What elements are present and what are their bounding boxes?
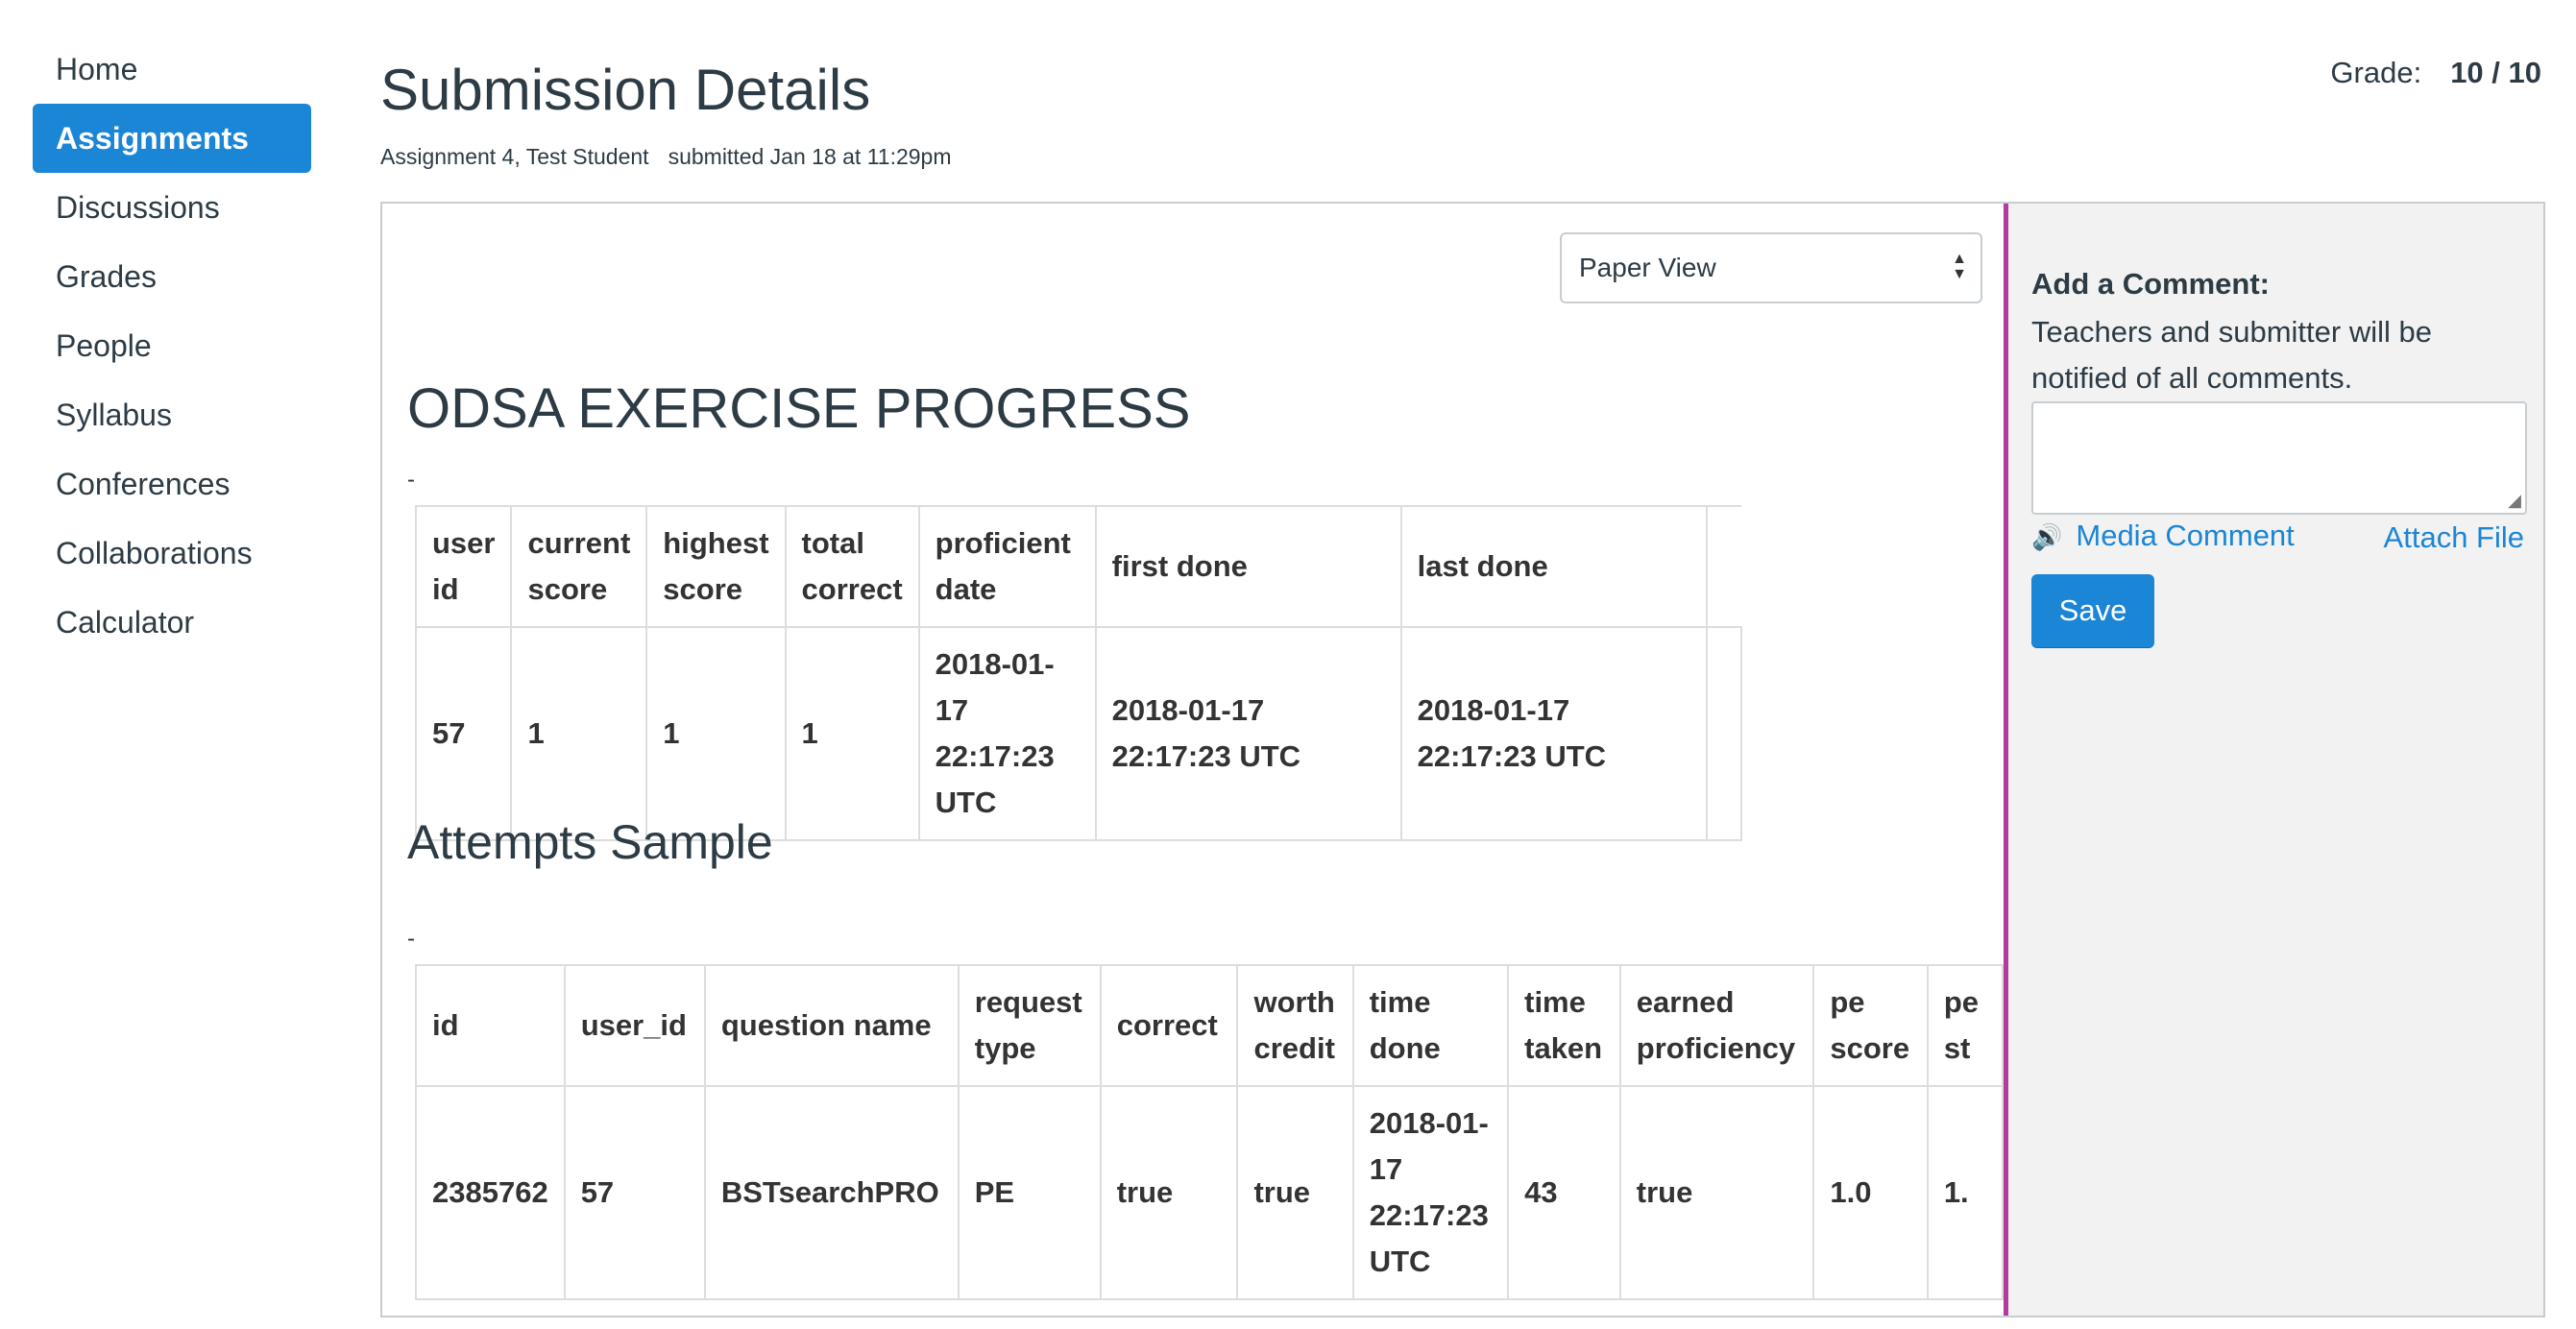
table-header-row: id user_id question name request type co…	[415, 964, 2004, 1087]
assignment-student-label: Assignment 4, Test Student	[380, 144, 649, 169]
table-cell: 1	[645, 626, 787, 841]
submitted-date: submitted Jan 18 at 11:29pm	[668, 144, 952, 169]
grade-value: 10 / 10	[2450, 56, 2541, 89]
table-header-row: user id current score highest score tota…	[414, 505, 1741, 628]
view-select-value: Paper View	[1579, 253, 1716, 282]
table-header-cell: question name	[703, 964, 960, 1087]
grade-label: Grade:	[2330, 56, 2422, 89]
table-cell: 1	[784, 626, 920, 841]
course-nav: Home Assignments Discussions Grades Peop…	[33, 35, 311, 657]
table-header-cell: correct	[1099, 964, 1239, 1087]
table-cell: 57	[414, 626, 513, 841]
table-cell: 2018-01-17 22:17:23 UTC	[1094, 626, 1402, 841]
table-header-cell: first done	[1094, 505, 1402, 628]
attempts-table: id user_id question name request type co…	[415, 964, 2004, 1300]
submission-meta: Assignment 4, Test Student submitted Jan …	[380, 144, 952, 170]
table-header-cell: time taken	[1507, 964, 1621, 1087]
nav-item-conferences[interactable]: Conferences	[33, 449, 311, 519]
submission-frame: Paper View ▲ ▼ ODSA EXERCISE PROGRESS - u…	[380, 202, 2545, 1317]
table-cell: 2385762	[415, 1085, 566, 1300]
table-header-cell: worth credit	[1236, 964, 1354, 1087]
nav-item-home[interactable]: Home	[33, 35, 311, 104]
table-header-cell: pe st	[1926, 964, 2004, 1087]
view-select[interactable]: Paper View ▲ ▼	[1560, 232, 1982, 303]
table-row: 2385762 57 BSTsearchPRO PE true true 201…	[415, 1085, 2004, 1300]
media-comment-label: Media Comment	[2076, 519, 2295, 552]
table-header-cell: request type	[957, 964, 1102, 1087]
table-header-cell: last done	[1399, 505, 1708, 628]
table-header-cell: user id	[414, 505, 513, 628]
table-header-cell: time done	[1351, 964, 1510, 1087]
table-cell: PE	[957, 1085, 1102, 1300]
table-header-cell: highest score	[645, 505, 787, 628]
table-cell: true	[1099, 1085, 1239, 1300]
table-cell: 43	[1507, 1085, 1621, 1300]
grade-display: Grade: 10 / 10	[2330, 56, 2541, 90]
nav-item-assignments[interactable]: Assignments	[33, 104, 311, 173]
table-header-cell: user_id	[563, 964, 706, 1087]
table-cell: true	[1618, 1085, 1815, 1300]
nav-item-discussions[interactable]: Discussions	[33, 173, 311, 242]
table-row: 57 1 1 1 2018-01-17 22:17:23 UTC 2018-01…	[414, 626, 1742, 841]
speaker-icon: 🔊	[2031, 522, 2063, 551]
table-cell: 1.	[1926, 1085, 2004, 1300]
table-cell: BSTsearchPRO	[703, 1085, 960, 1300]
table-header-cell: earned proficiency	[1618, 964, 1815, 1087]
comment-textarea[interactable]: ◢	[2031, 401, 2527, 515]
progress-table: user id current score highest score tota…	[414, 505, 1742, 841]
attempts-heading: Attempts Sample	[407, 815, 773, 869]
progress-heading: ODSA EXERCISE PROGRESS	[407, 377, 1191, 440]
table-header-cell: proficient date	[917, 505, 1097, 628]
save-button[interactable]: Save	[2031, 574, 2154, 647]
nav-item-grades[interactable]: Grades	[33, 242, 311, 311]
table-cell: 1	[510, 626, 648, 841]
submission-document[interactable]: Paper View ▲ ▼ ODSA EXERCISE PROGRESS - u…	[382, 204, 2004, 1316]
table-header-cell: current score	[510, 505, 648, 628]
table-header-cell: pe score	[1812, 964, 1929, 1087]
nav-item-calculator[interactable]: Calculator	[33, 588, 311, 657]
comment-note: Teachers and submitter will be notified …	[2031, 315, 2432, 395]
table-header-cell: total correct	[784, 505, 920, 628]
table-cell: 2018-01-17 22:17:23 UTC	[1399, 626, 1708, 841]
page-title: Submission Details	[380, 58, 871, 122]
separator-dash: -	[407, 467, 415, 493]
table-cell: 1.0	[1812, 1085, 1929, 1300]
nav-item-collaborations[interactable]: Collaborations	[33, 519, 311, 588]
table-header-cell: id	[415, 964, 566, 1087]
table-cell: 2018-01-17 22:17:23 UTC	[917, 626, 1097, 841]
separator-dash: -	[407, 926, 415, 952]
table-cell: true	[1236, 1085, 1354, 1300]
updown-arrows-icon: ▲ ▼	[1952, 251, 1967, 282]
table-cell: 2018-01-17 22:17:23 UTC	[1351, 1085, 1510, 1300]
resize-grip-icon[interactable]: ◢	[2508, 491, 2521, 511]
table-cell: 57	[563, 1085, 706, 1300]
attach-file-link[interactable]: Attach File	[2384, 520, 2524, 555]
comment-title: Add a Comment:	[2031, 267, 2270, 301]
media-comment-link[interactable]: 🔊 Media Comment	[2031, 519, 2295, 553]
comment-sidebar: Add a Comment: Teachers and submitter wi…	[2008, 204, 2543, 1316]
nav-item-people[interactable]: People	[33, 311, 311, 380]
nav-item-syllabus[interactable]: Syllabus	[33, 380, 311, 449]
